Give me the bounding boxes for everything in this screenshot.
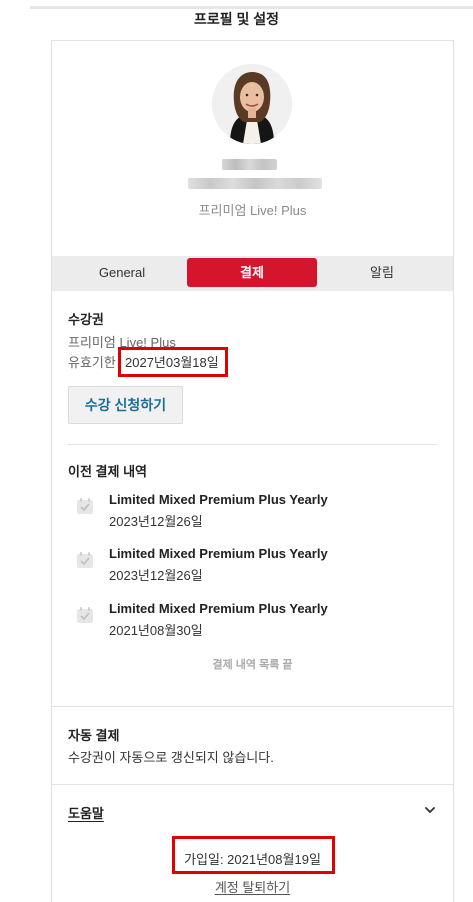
help-toggle[interactable]: 도움말 bbox=[68, 803, 104, 822]
avatar-portrait bbox=[212, 64, 292, 144]
receipt-check-icon bbox=[77, 498, 93, 514]
validity-highlight-box bbox=[118, 347, 228, 377]
history-item: Limited Mixed Premium Plus Yearly 2023년1… bbox=[68, 546, 438, 590]
history-item-name: Limited Mixed Premium Plus Yearly bbox=[109, 601, 328, 616]
profile-plan-label: 프리미엄 Live! Plus bbox=[198, 203, 307, 218]
section-divider bbox=[68, 444, 437, 445]
receipt-check-icon bbox=[77, 607, 93, 623]
history-item-name: Limited Mixed Premium Plus Yearly bbox=[109, 492, 328, 507]
section-divider bbox=[52, 706, 453, 707]
tab-payment[interactable]: 결제 bbox=[187, 258, 317, 287]
history-end-text: 결제 내역 목록 끝 bbox=[212, 659, 293, 671]
page-title: 프로필 및 설정 bbox=[193, 11, 280, 27]
history-item-date: 2023년12월26일 bbox=[109, 568, 203, 583]
subscription-title: 수강권 bbox=[68, 312, 104, 327]
avatar bbox=[212, 64, 292, 144]
auto-payment-title: 자동 결제 bbox=[68, 728, 120, 743]
history-title: 이전 결제 내역 bbox=[68, 464, 147, 479]
section-divider bbox=[52, 784, 453, 785]
blurred-name bbox=[222, 159, 277, 170]
history-item-name: Limited Mixed Premium Plus Yearly bbox=[109, 546, 328, 561]
tab-notifications[interactable]: 알림 bbox=[327, 258, 437, 287]
receipt-check-icon bbox=[77, 552, 93, 568]
history-item-date: 2021년08월30일 bbox=[109, 623, 203, 638]
enroll-button[interactable]: 수강 신청하기 bbox=[68, 386, 183, 424]
history-item-date: 2023년12월26일 bbox=[109, 514, 203, 529]
validity-label: 유효기한 bbox=[68, 355, 116, 370]
withdraw-link[interactable]: 계정 탈퇴하기 bbox=[52, 877, 453, 896]
auto-payment-description: 수강권이 자동으로 갱신되지 않습니다. bbox=[68, 750, 274, 765]
profile-section: 프리미엄 Live! Plus bbox=[52, 41, 453, 256]
tab-bar: General 결제 알림 bbox=[52, 256, 453, 291]
blurred-email bbox=[188, 178, 322, 189]
history-item: Limited Mixed Premium Plus Yearly 2023년1… bbox=[68, 492, 438, 536]
join-date-highlight-box bbox=[172, 836, 335, 874]
tab-general[interactable]: General bbox=[67, 258, 177, 287]
chevron-down-icon[interactable] bbox=[423, 803, 437, 817]
settings-card: 프리미엄 Live! Plus General 결제 알림 수강권 프리미엄 L… bbox=[51, 40, 454, 902]
history-item: Limited Mixed Premium Plus Yearly 2021년0… bbox=[68, 601, 438, 645]
